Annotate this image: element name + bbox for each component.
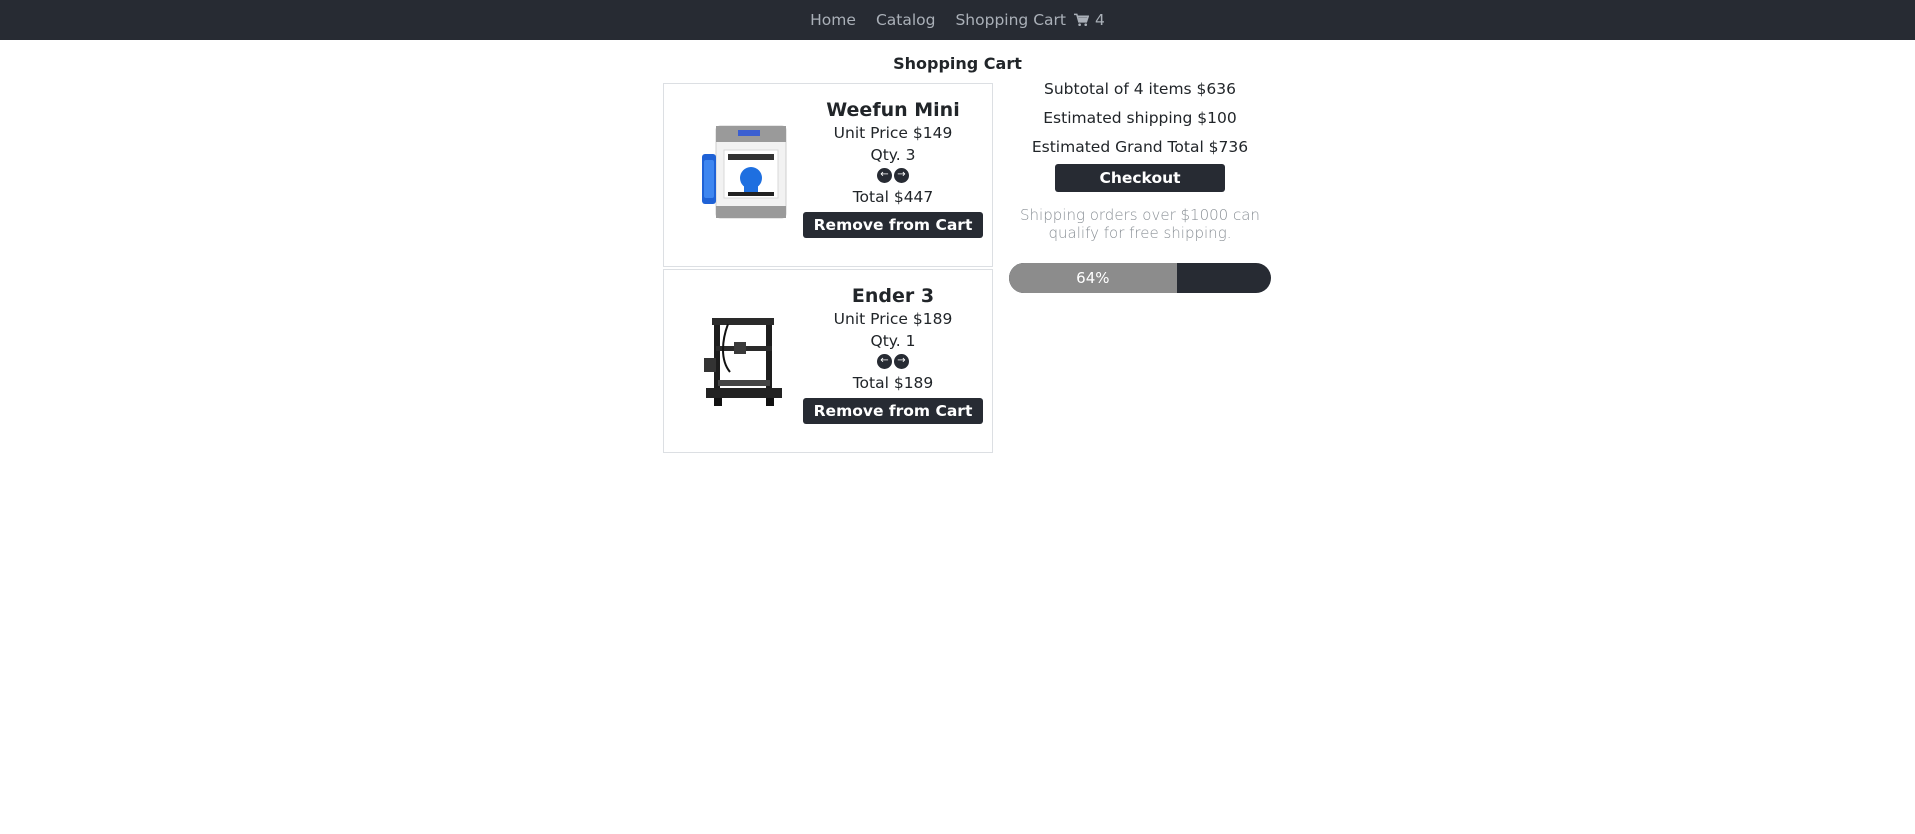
grand-total-text: Estimated Grand Total $736	[1031, 138, 1249, 156]
order-summary: Subtotal of 4 items $636 Estimated shipp…	[1009, 74, 1271, 293]
subtotal-text: Subtotal of 4 items $636	[1044, 80, 1236, 98]
nav-cart-label: Shopping Cart	[955, 11, 1066, 29]
unit-price: Unit Price $149	[833, 124, 953, 142]
increase-qty-icon[interactable]: →	[894, 353, 909, 369]
checkout-button[interactable]: Checkout	[1055, 164, 1225, 192]
weefun-mini-image	[694, 114, 794, 234]
ender-3-image	[694, 300, 794, 420]
free-shipping-progress: 64%	[1009, 263, 1271, 293]
shipping-text: Estimated shipping $100	[1043, 109, 1237, 127]
free-shipping-hint: Shipping orders over $1000 can qualify f…	[1020, 206, 1260, 242]
quantity: Qty. 1	[870, 332, 916, 350]
decrease-qty-icon[interactable]: ←	[877, 167, 892, 183]
cart-item-card: Ender 3 Unit Price $189 Qty. 1 ← → Total…	[663, 269, 993, 453]
quantity: Qty. 3	[870, 146, 916, 164]
decrease-qty-icon[interactable]: ←	[877, 353, 892, 369]
item-total: Total $189	[852, 374, 934, 392]
nav-home-link[interactable]: Home	[810, 11, 856, 29]
progress-fill: 64%	[1009, 263, 1177, 293]
unit-price: Unit Price $189	[833, 310, 953, 328]
quantity-stepper: ← →	[794, 352, 992, 370]
page-title: Shopping Cart	[893, 54, 1022, 73]
increase-qty-icon[interactable]: →	[894, 167, 909, 183]
nav-shopping-cart-link[interactable]: Shopping Cart 4	[955, 11, 1104, 29]
remove-from-cart-button[interactable]: Remove from Cart	[802, 212, 984, 238]
product-name: Ender 3	[851, 285, 935, 307]
cart-item-details: Weefun Mini Unit Price $149 Qty. 3 ← → T…	[794, 98, 992, 238]
cart-item-card: Weefun Mini Unit Price $149 Qty. 3 ← → T…	[663, 83, 993, 267]
quantity-stepper: ← →	[794, 166, 992, 184]
cart-count-badge: 4	[1094, 11, 1105, 29]
product-name: Weefun Mini	[826, 99, 960, 121]
shopping-cart-icon	[1073, 13, 1089, 27]
nav-catalog-link[interactable]: Catalog	[876, 11, 936, 29]
item-total: Total $447	[852, 188, 934, 206]
top-navbar: Home Catalog Shopping Cart 4	[0, 0, 1915, 40]
cart-item-details: Ender 3 Unit Price $189 Qty. 1 ← → Total…	[794, 284, 992, 424]
remove-from-cart-button[interactable]: Remove from Cart	[802, 398, 984, 424]
